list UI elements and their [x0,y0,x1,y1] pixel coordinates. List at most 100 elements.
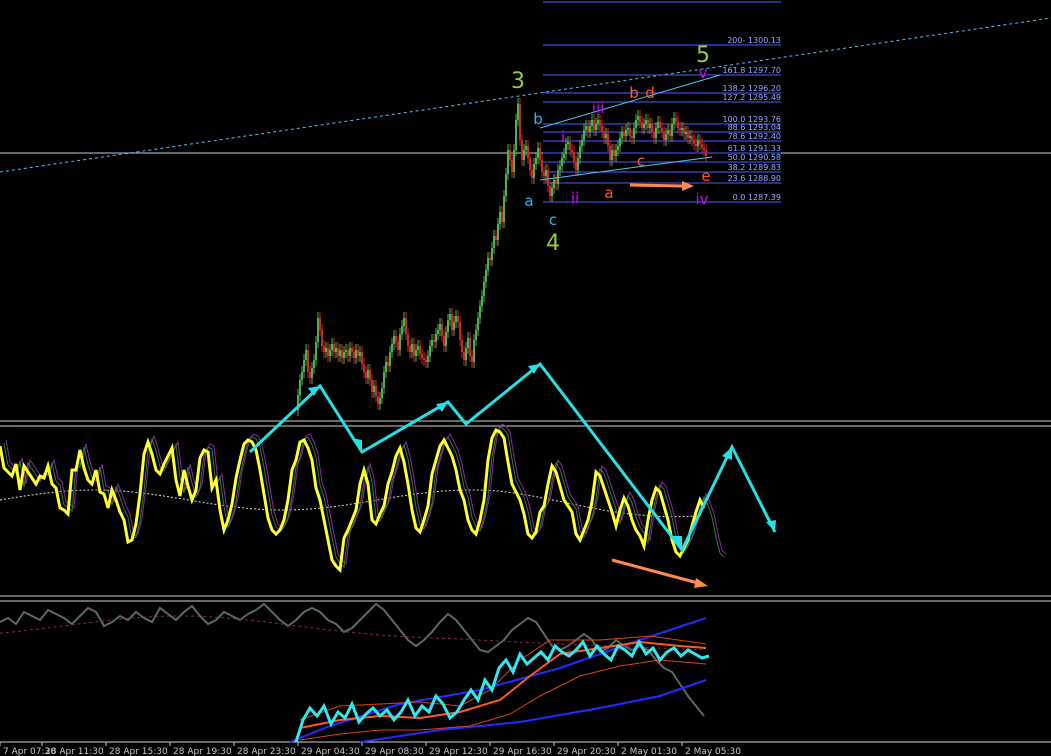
candle-body [421,354,423,358]
candle-body [673,118,675,124]
candle-body [647,120,649,128]
x-tick-label: 28 Apr 15:30 [109,747,168,756]
candle-body [587,126,589,132]
candle-body [531,170,533,178]
candle-body [491,248,493,260]
candle-body [681,128,683,130]
candle-body [699,140,701,144]
lower-orange-lower [299,659,707,741]
candle-body [541,160,543,172]
candle-body [465,348,467,360]
candle-body [483,282,485,296]
candle-body [657,122,659,128]
candle-body [469,338,471,356]
oscillator-green-line [3,426,725,569]
candle-body [585,126,587,130]
fib-level-label: 127.2 1295.49 [722,93,781,102]
candle-body [423,358,425,360]
candle-body [687,132,689,138]
candle-body [305,350,307,360]
fibonacci-retracement: 200- 1300.13 161.8 1297.70 138.2 1296.2012… [543,1,781,203]
candle-body [453,322,455,330]
candle-body [479,306,481,318]
candle-body [697,140,699,146]
candle-body [367,370,369,378]
candle-body [361,352,363,364]
candle-body [321,330,323,346]
candle-body [703,148,705,150]
wave-label: 4 [546,231,560,256]
candle-body [501,212,503,222]
candle-body [523,150,525,160]
wave-label: 3 [511,69,525,94]
candle-body [363,364,365,372]
candle-body [539,148,541,160]
candle-body [639,116,641,122]
candle-body [413,344,415,356]
fib-level-label: 88.6 1293.04 [728,123,781,132]
candle-body [683,128,685,134]
candle-body [499,212,501,224]
candle-body [701,144,703,148]
candle-body [577,158,579,170]
candle-body [569,142,571,150]
candle-body [429,346,431,356]
candle-body [455,316,457,322]
candle-body [439,324,441,330]
candle-body [533,164,535,178]
wave-label: c [549,211,557,229]
candle-body [619,138,621,146]
candle-body [693,140,695,144]
candle-body [471,356,473,362]
candle-body [669,130,671,136]
candle-body [505,174,507,196]
candle-body [595,124,597,130]
candle-body [343,352,345,358]
fib-level-label: 138.2 1296.20 [722,84,781,93]
candle-body [355,350,357,358]
candle-body [373,386,375,392]
candle-body [617,146,619,150]
candle-body [441,324,443,336]
fib-level-label: 50.0 1290.58 [728,153,781,162]
candle-body [589,126,591,132]
candle-body [685,132,687,134]
candle-body [691,136,693,140]
candle-body [401,326,403,334]
candle-body [487,258,489,270]
candle-body [457,316,459,322]
candle-body [391,344,393,352]
candle-body [397,342,399,350]
wave-label: a [604,184,613,202]
candle-body [593,120,595,130]
candle-body [375,386,377,396]
candle-body [651,124,653,132]
fib-level-label: 200- 1300.13 [727,36,781,45]
candle-body [489,258,491,260]
lower-cyan-line [294,638,710,743]
candle-body [543,172,545,176]
candle-body [575,162,577,170]
candle-body [597,120,599,124]
candle-body [467,338,469,348]
candle-body [653,132,655,138]
candle-body [599,120,601,126]
candle-body [339,350,341,356]
candle-body [463,352,465,360]
candle-body [425,360,427,362]
wave-label: c [637,152,645,170]
candle-body [537,148,539,158]
candle-body [661,128,663,132]
x-tick-label: 29 Apr 04:30 [301,747,360,756]
candle-body [567,142,569,144]
candlestick-series [297,98,707,416]
candle-body [517,104,519,120]
candle-body [349,348,351,356]
candle-body [435,334,437,342]
candle-body [641,122,643,128]
fib-level-label: 38.2 1289.83 [728,163,781,172]
candle-body [509,150,511,160]
lower-dark-line [0,602,705,717]
fib-level-label: 23.6 1288.90 [728,174,781,183]
fib-level-label: 161.8 1297.70 [722,66,781,75]
